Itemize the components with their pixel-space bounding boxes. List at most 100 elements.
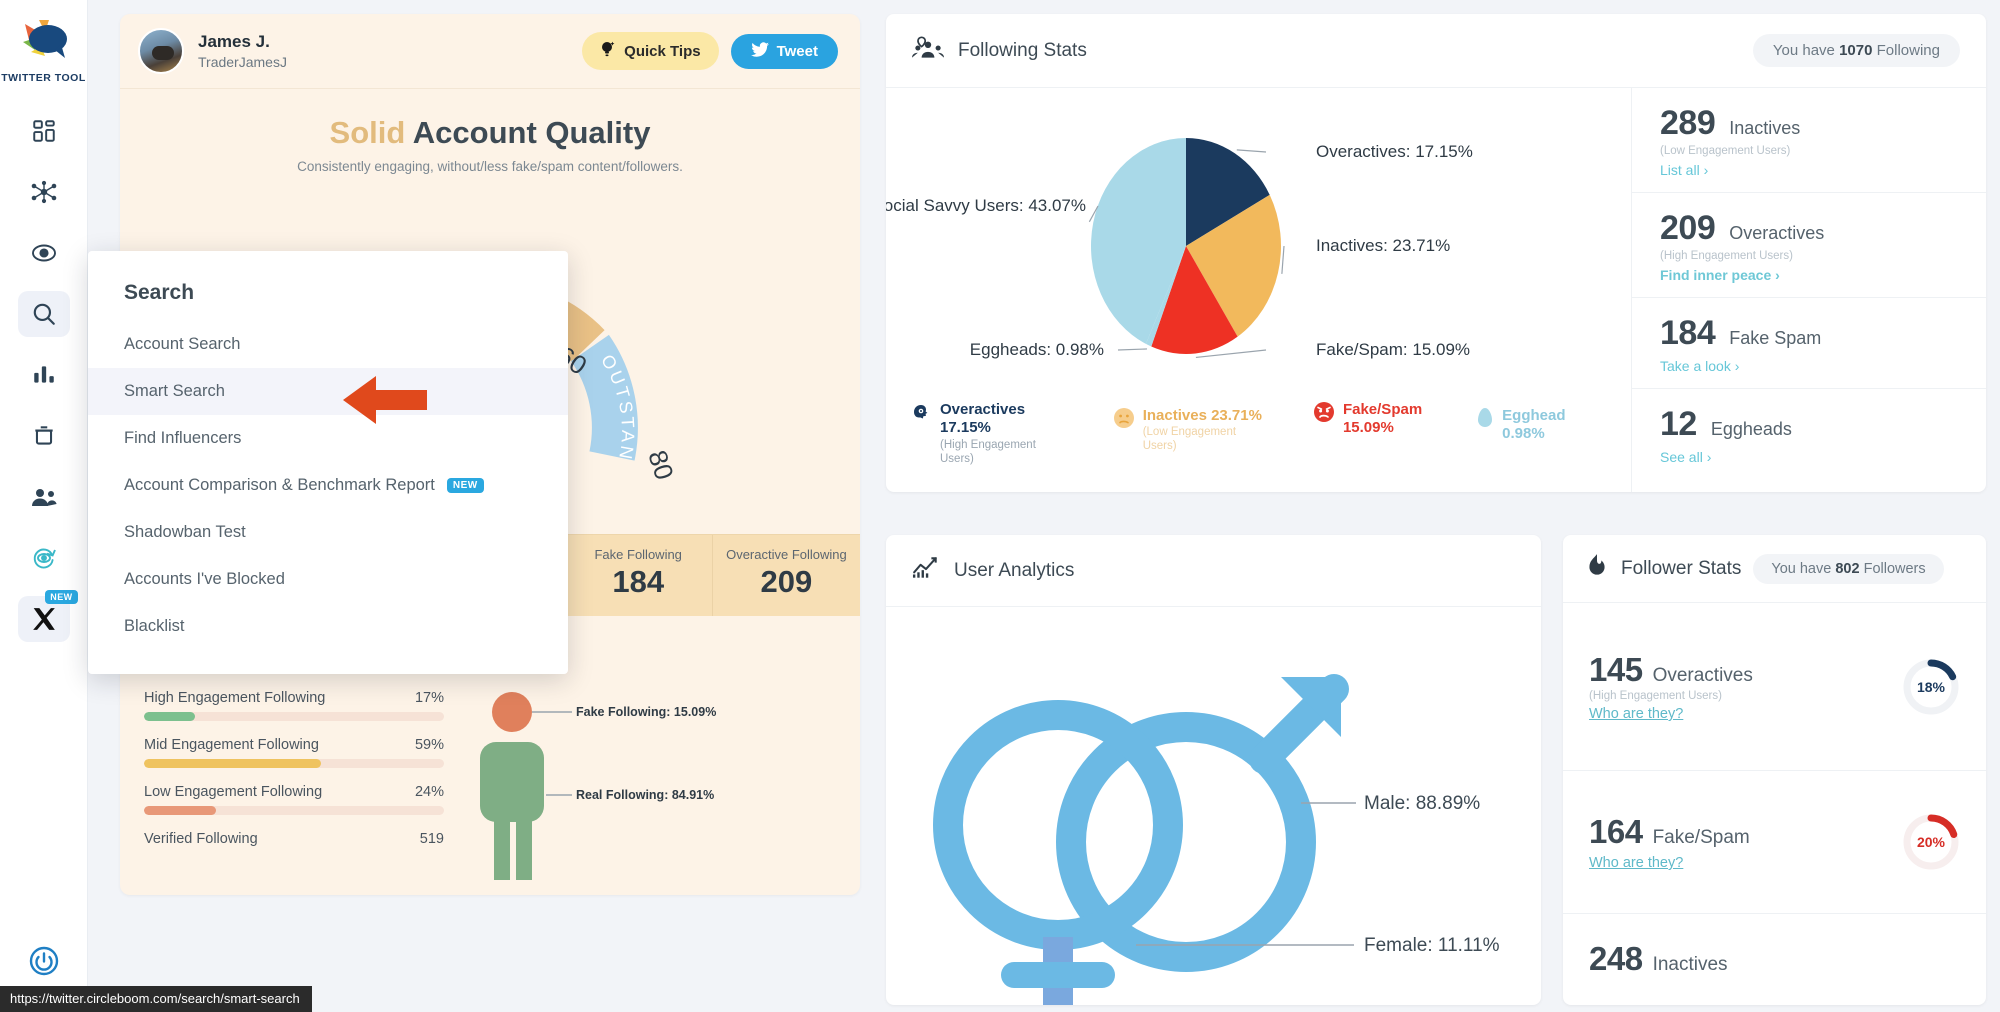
stat-link[interactable]: Find inner peace ›	[1660, 267, 1958, 283]
legend-name: Overactives	[940, 401, 1026, 418]
stat-name: Fake Spam	[1729, 328, 1822, 348]
quality-stat-label: Overactive Following	[726, 547, 847, 562]
follower-stat-name: Fake/Spam	[1652, 827, 1750, 848]
stat-name: Eggheads	[1710, 419, 1792, 439]
legend-pct: 17.15%	[940, 419, 991, 437]
legend-name: Egghead 0.98%	[1502, 407, 1566, 443]
page-title: Solid Account Quality	[120, 115, 860, 151]
following-stat-eggheads: 12 Eggheads See all ›	[1632, 389, 1986, 479]
follower-stat-fake-spam: 164 Fake/Spam Who are they? 20%	[1563, 771, 1986, 914]
follower-stats-header: Follower Stats You have 802 Followers	[1563, 535, 1986, 603]
sidebar-item-network[interactable]	[18, 169, 70, 215]
menu-item-find-influencers[interactable]: Find Influencers	[88, 415, 568, 462]
sidebar-item-monitor[interactable]	[18, 230, 70, 276]
follower-stat-name: Inactives	[1652, 954, 1728, 975]
bar-value: 59%	[414, 737, 444, 753]
sidebar-item-dashboard[interactable]	[18, 108, 70, 154]
stat-number: 12	[1660, 405, 1697, 443]
menu-item-account-comparison[interactable]: Account Comparison & Benchmark Report NE…	[88, 462, 568, 509]
stat-note: (Low Engagement Users)	[1660, 145, 1791, 157]
stat-link[interactable]: List all ›	[1660, 162, 1958, 178]
stat-name: Inactives	[1729, 118, 1801, 138]
quality-stat-cell: Fake Following 184	[565, 535, 713, 616]
stat-name: Overactives	[1729, 223, 1825, 243]
pie-slice-label: Eggheads: 0.98%	[970, 340, 1104, 359]
figure-head	[492, 692, 532, 732]
pie-slice-label: Social Savvy Users: 43.07%	[886, 196, 1086, 215]
logo-label: TWITTER TOOL	[1, 72, 86, 84]
app-logo[interactable]: TWITTER TOOL	[1, 14, 86, 84]
legend-note: (High Engagement Users)	[940, 438, 1036, 465]
following-stats-title: Following Stats	[958, 39, 1087, 61]
pill-suffix: Following	[1876, 42, 1940, 59]
bar-label: High Engagement Following	[144, 690, 326, 706]
gender-split-chart: Male: 88.89% Female: 11.11%	[886, 607, 1541, 1007]
menu-item-smart-search[interactable]: Smart Search	[88, 368, 568, 415]
legend-item-fake-spam: Fake/Spam 15.09%	[1313, 401, 1422, 438]
sidebar-item-history[interactable]	[18, 535, 70, 581]
stat-number: 209	[1660, 209, 1716, 247]
bar-value: 24%	[414, 784, 444, 800]
sad-face-icon	[1113, 407, 1135, 434]
figure-label-real: Real Following: 84.91%	[576, 788, 714, 802]
characteristics-body: High Engagement Following 17% Mid Engage…	[144, 690, 836, 885]
menu-item-label: Blacklist	[124, 617, 185, 635]
menu-item-label: Account Search	[124, 335, 241, 353]
angry-face-icon	[1313, 401, 1335, 428]
sidebar-item-audience[interactable]	[18, 474, 70, 520]
pie-leader-line	[1281, 245, 1285, 274]
sidebar-item-cleanup[interactable]	[18, 413, 70, 459]
bar-label: Verified Following	[144, 831, 258, 847]
twitter-bird-icon	[750, 41, 769, 61]
profile-name: James J.	[198, 32, 270, 52]
fake-spam-donut: 20%	[1902, 813, 1960, 871]
follower-stat-number: 248	[1589, 940, 1643, 977]
legend-item-overactives: Overactives 17.15% (High Engagement User…	[910, 401, 1067, 466]
follower-stat-link[interactable]: Who are they?	[1589, 855, 1902, 871]
quality-stat-value: 209	[719, 564, 854, 600]
profile-identity[interactable]: James J. TraderJamesJ	[138, 28, 287, 74]
user-analytics-title: User Analytics	[954, 559, 1075, 581]
tweet-button[interactable]: Tweet	[730, 33, 838, 69]
gender-label-female: Female: 11.11%	[1364, 935, 1500, 956]
search-dropdown-menu: Search Account Search Smart Search Find …	[88, 251, 568, 674]
legend-pct: 15.09%	[1342, 419, 1394, 437]
sidebar-item-analytics[interactable]	[18, 352, 70, 398]
stat-link[interactable]: Take a look ›	[1660, 358, 1958, 374]
avatar	[138, 28, 184, 74]
menu-item-account-search[interactable]: Account Search	[88, 321, 568, 368]
legend-item-inactives: Inactives 23.71% (Low Engagement Users)	[1113, 407, 1267, 453]
menu-item-label: Account Comparison & Benchmark Report	[124, 476, 435, 494]
pill-value: 1070	[1839, 42, 1873, 59]
sidebar-nav: NEW	[0, 108, 87, 642]
follower-stat-link[interactable]: Who are they?	[1589, 706, 1902, 722]
legend-name: Fake/Spam	[1342, 401, 1423, 418]
following-stat-fake-spam: 184 Fake Spam Take a look ›	[1632, 298, 1986, 389]
flame-icon	[1585, 553, 1609, 584]
legend-name: Inactives 23.71%	[1142, 407, 1262, 424]
stat-link[interactable]: See all ›	[1660, 449, 1958, 465]
menu-item-shadowban-test[interactable]: Shadowban Test	[88, 509, 568, 556]
following-stats-header: Following Stats You have 1070 Following	[886, 14, 1986, 88]
pill-value: 802	[1835, 560, 1860, 577]
pie-leader-line	[1236, 149, 1267, 153]
engagement-bars: High Engagement Following 17% Mid Engage…	[144, 690, 444, 885]
pie-slice-label: Inactives: 23.71%	[1316, 236, 1450, 255]
menu-item-label: Smart Search	[124, 382, 225, 400]
follower-stat-name: Overactives	[1652, 665, 1753, 686]
sidebar-item-power[interactable]	[18, 938, 70, 984]
sidebar-item-search[interactable]	[17, 291, 70, 337]
following-stat-inactives: 289 Inactives (Low Engagement Users) Lis…	[1632, 88, 1986, 193]
bar-fill	[144, 712, 195, 721]
menu-item-blacklist[interactable]: Blacklist	[88, 603, 568, 650]
quality-subtitle: Consistently engaging, without/less fake…	[297, 159, 683, 174]
quick-tips-button[interactable]: Quick Tips	[582, 32, 719, 70]
menu-item-label: Shadowban Test	[124, 523, 246, 541]
following-stat-list: 289 Inactives (Low Engagement Users) Lis…	[1631, 88, 1986, 492]
pie-slice-label: Fake/Spam: 15.09%	[1316, 340, 1470, 359]
menu-item-accounts-ive-blocked[interactable]: Accounts I've Blocked	[88, 556, 568, 603]
user-analytics-panel: User Analytics Male: 88.89% Female: 11.1…	[886, 535, 1541, 1005]
bar-row: Mid Engagement Following 59%	[144, 737, 444, 768]
sidebar-item-x-platform[interactable]: NEW	[17, 590, 78, 642]
figure-body	[480, 742, 544, 822]
